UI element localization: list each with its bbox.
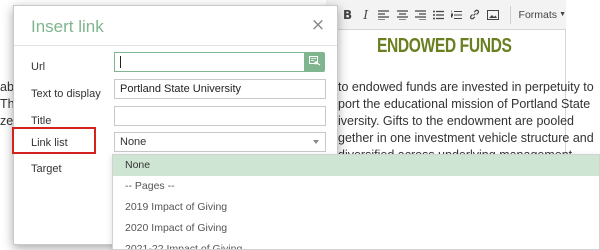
title-label: Title bbox=[31, 115, 52, 127]
content-line: iversity. Gifts to the endowment are poo… bbox=[338, 114, 574, 128]
link-list-dropdown: None -- Pages -- 2019 Impact of Giving 2… bbox=[112, 154, 600, 250]
dialog-title: Insert link bbox=[31, 17, 104, 36]
align-center-icon[interactable] bbox=[395, 4, 410, 26]
chevron-down-icon: ▼ bbox=[559, 11, 566, 18]
numbered-list-icon[interactable] bbox=[449, 4, 464, 26]
link-icon[interactable] bbox=[467, 4, 482, 26]
text-to-display-field[interactable]: Portland State University bbox=[114, 79, 326, 99]
align-left-icon[interactable] bbox=[376, 4, 391, 26]
image-icon[interactable] bbox=[485, 4, 500, 26]
browse-icon bbox=[308, 53, 321, 71]
target-label: Target bbox=[31, 163, 62, 175]
dropdown-option[interactable]: 2020 Impact of Giving bbox=[113, 218, 599, 239]
url-field[interactable] bbox=[114, 52, 305, 72]
close-icon[interactable]: × bbox=[308, 15, 328, 35]
formats-dropdown[interactable]: Formats ▼ bbox=[509, 5, 566, 24]
bullet-list-icon[interactable] bbox=[431, 4, 446, 26]
dropdown-option[interactable]: 2019 Impact of Giving bbox=[113, 197, 599, 218]
italic-button[interactable]: I bbox=[358, 4, 373, 26]
text-to-display-label: Text to display bbox=[31, 88, 101, 100]
editor-toolbar: B I Formats ▼ bbox=[326, 0, 566, 30]
dropdown-option[interactable]: -- Pages -- bbox=[113, 176, 599, 197]
chevron-down-icon bbox=[313, 140, 319, 144]
content-line: port the educational mission of Portland… bbox=[338, 97, 591, 111]
content-line: to endowed funds are invested in perpetu… bbox=[338, 80, 594, 94]
dropdown-option[interactable]: 2021-22 Impact of Giving bbox=[113, 239, 599, 249]
content-heading: ENDOWED FUNDS bbox=[377, 35, 512, 57]
formats-label: Formats bbox=[518, 8, 558, 21]
content-line: gether in one investment vehicle structu… bbox=[338, 131, 594, 145]
text-caret bbox=[120, 56, 121, 69]
title-field[interactable] bbox=[114, 106, 326, 126]
dialog-header: Insert link × bbox=[14, 6, 337, 46]
bold-button[interactable]: B bbox=[340, 4, 355, 26]
link-list-value: None bbox=[120, 136, 147, 148]
url-label: Url bbox=[31, 61, 46, 73]
align-right-icon[interactable] bbox=[413, 4, 428, 26]
link-list-select[interactable]: None bbox=[114, 132, 326, 152]
dropdown-option[interactable]: None bbox=[113, 155, 599, 176]
link-list-label: Link list bbox=[31, 137, 68, 149]
browse-button[interactable] bbox=[304, 52, 325, 72]
